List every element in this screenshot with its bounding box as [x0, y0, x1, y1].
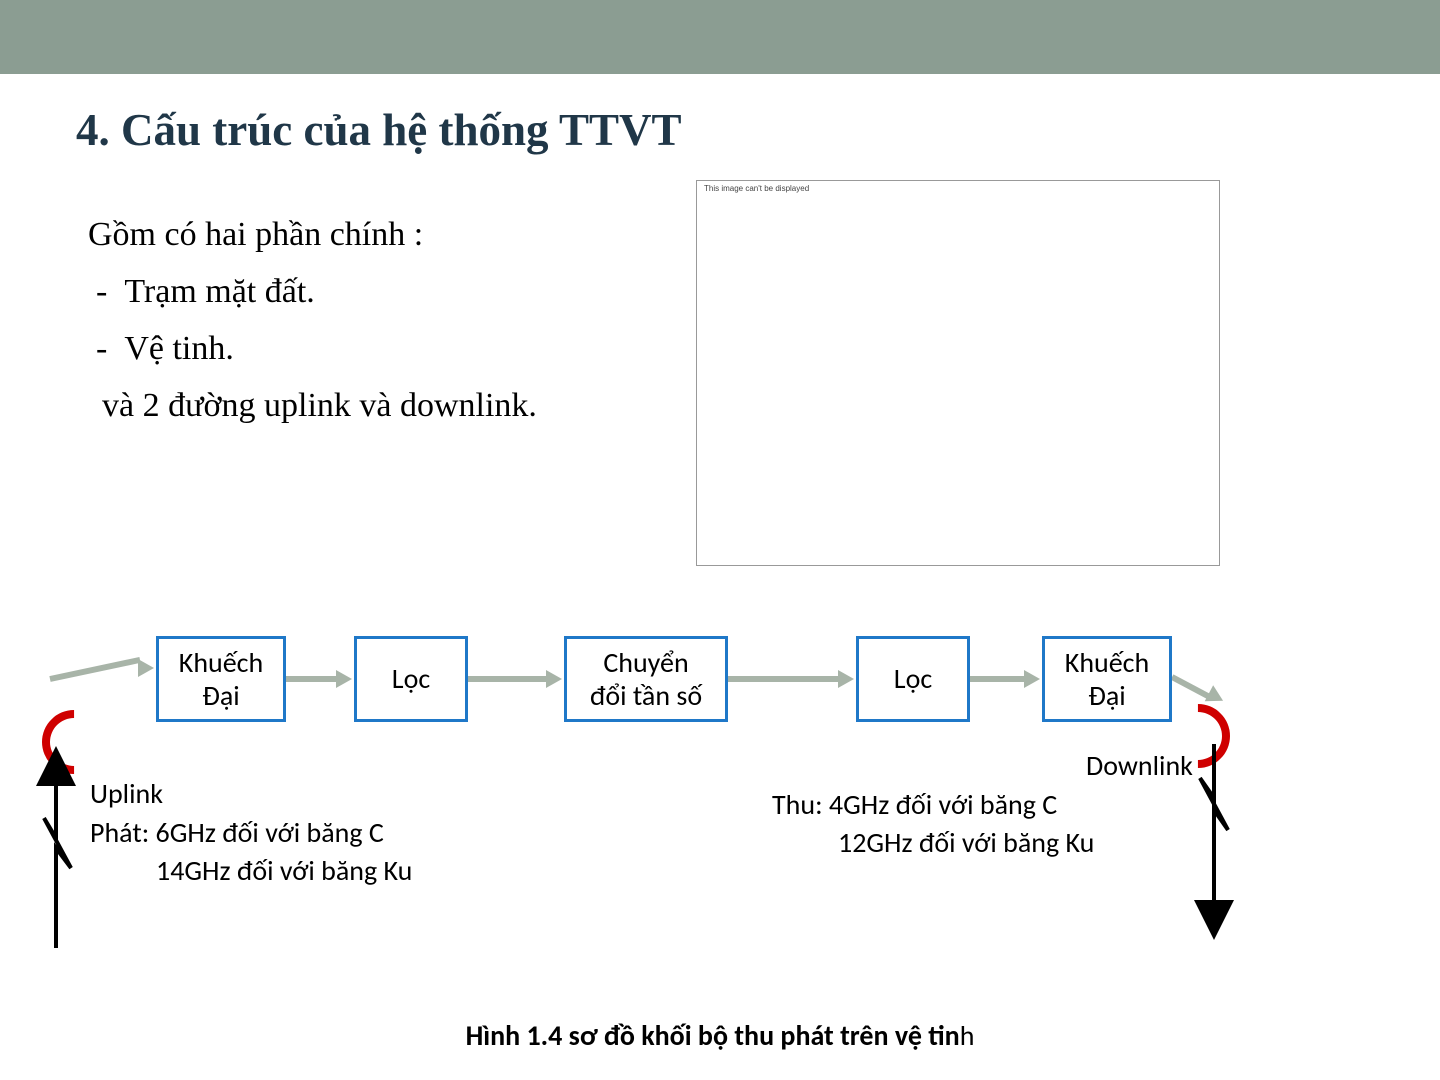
- top-bar: [0, 0, 1440, 74]
- bullet-1: - Trạm mặt đất.: [88, 263, 537, 320]
- figure-caption: Hình 1.4 sơ đồ khối bộ thu phát trên vệ …: [0, 1018, 1440, 1053]
- bullet-2-text: Vệ tinh.: [124, 330, 234, 367]
- connector-in: [49, 657, 140, 682]
- block-amplifier-2: KhuếchĐại: [1042, 636, 1172, 722]
- block-amplifier-1: KhuếchĐại: [156, 636, 286, 722]
- connector-1-2: [286, 676, 338, 682]
- connector-3-4: [728, 676, 840, 682]
- uplink-freq: Phát: 6GHz đối với băng C 14GHz đối với …: [90, 814, 412, 890]
- connector-4-5-arrow-icon: [1024, 670, 1040, 688]
- connector-4-5: [970, 676, 1026, 682]
- body-text: Gồm có hai phần chính : - Trạm mặt đất. …: [88, 206, 537, 434]
- uplink-freq-l1: Phát: 6GHz đối với băng C: [90, 814, 412, 852]
- downlink-label: Downlink: [1086, 748, 1193, 783]
- bullet-2: - Vệ tinh.: [88, 320, 537, 377]
- figure-caption-tail: h: [960, 1018, 975, 1053]
- downlink-freq-l1: Thu: 4GHz đối với băng C: [772, 786, 1094, 824]
- connector-2-3-arrow-icon: [546, 670, 562, 688]
- uplink-signal-icon: [36, 758, 86, 958]
- downlink-freq-l2: 12GHz đối với băng Ku: [772, 824, 1094, 862]
- downlink-signal-icon: [1192, 738, 1242, 938]
- downlink-freq: Thu: 4GHz đối với băng C 12GHz đối với b…: [772, 786, 1094, 862]
- connector-3-4-arrow-icon: [838, 670, 854, 688]
- slide-title: 4. Cấu trúc của hệ thống TTVT: [76, 104, 682, 156]
- line-3: và 2 đường uplink và downlink.: [88, 377, 537, 434]
- block-filter-1: Lọc: [354, 636, 468, 722]
- figure-caption-bold: Hình 1.4 sơ đồ khối bộ thu phát trên vệ …: [466, 1018, 960, 1053]
- block-freq-converter: Chuyểnđổi tần số: [564, 636, 728, 722]
- missing-image-placeholder: [696, 180, 1220, 566]
- bullet-1-text: Trạm mặt đất.: [124, 273, 314, 310]
- connector-2-3: [468, 676, 548, 682]
- connector-1-2-arrow-icon: [336, 670, 352, 688]
- connector-in-arrow-icon: [138, 659, 154, 677]
- uplink-label: Uplink: [90, 776, 163, 811]
- missing-image-caption: This image can't be displayed: [704, 184, 809, 193]
- intro-line: Gồm có hai phần chính :: [88, 206, 537, 263]
- block-diagram: KhuếchĐại Lọc Chuyểnđổi tần số Lọc Khuếc…: [0, 618, 1440, 978]
- block-filter-2: Lọc: [856, 636, 970, 722]
- uplink-freq-l2: 14GHz đối với băng Ku: [90, 852, 412, 890]
